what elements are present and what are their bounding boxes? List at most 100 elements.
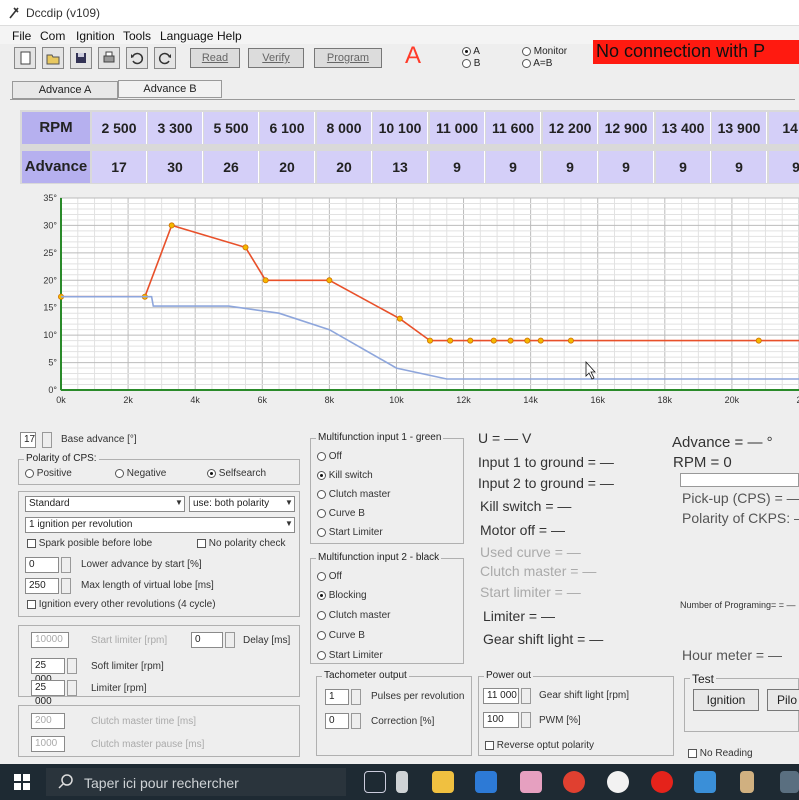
mf1-curve-b-radio[interactable]: Curve B (317, 508, 365, 519)
pilot-test-button[interactable]: Pilo (767, 689, 799, 711)
lower-advance-spinner[interactable] (61, 557, 71, 573)
pwm-input[interactable]: 100 (483, 712, 519, 728)
rpm-cell[interactable]: 3 300 (148, 112, 203, 144)
radio-monitor[interactable]: Monitor (522, 46, 567, 57)
advance-cell[interactable]: 9 (543, 151, 598, 183)
menu-file[interactable]: File (12, 29, 31, 43)
soft-limiter-input[interactable]: 25 000 (31, 658, 65, 685)
radio-negative[interactable]: Negative (115, 468, 166, 479)
rpm-cell[interactable]: 13 400 (656, 112, 711, 144)
advance-cell[interactable]: 9 (712, 151, 767, 183)
save-icon[interactable] (70, 47, 92, 69)
tool-icon[interactable] (740, 771, 754, 793)
taskbar-divider-icon[interactable] (396, 771, 408, 793)
pulses-spinner[interactable] (351, 689, 361, 705)
gear-shift-input[interactable]: 11 000 (483, 688, 519, 704)
advance-cell[interactable]: 9 (599, 151, 654, 183)
read-button[interactable]: Read (190, 48, 240, 68)
mf1-kill-switch-radio[interactable]: Kill switch (317, 470, 373, 481)
advance-cell[interactable]: 26 (204, 151, 259, 183)
radio-b[interactable]: B (462, 58, 480, 69)
rpm-cell[interactable]: 10 100 (373, 112, 428, 144)
rpm-cell[interactable]: 11 600 (486, 112, 541, 144)
radio-positive[interactable]: Positive (25, 468, 72, 479)
rpm-cell[interactable]: 8 000 (317, 112, 372, 144)
max-lobe-input[interactable]: 250 (25, 578, 59, 594)
advance-cell[interactable]: 13 (373, 151, 428, 183)
rpm-cell[interactable]: 2 500 (92, 112, 147, 144)
delay-spinner[interactable] (225, 632, 235, 648)
no-polarity-checkbox[interactable]: No polarity check (197, 538, 285, 549)
correction-input[interactable]: 0 (325, 713, 349, 729)
base-advance-spinner[interactable] (42, 432, 52, 448)
mf1-start-limiter-radio[interactable]: Start Limiter (317, 527, 383, 538)
rpm-cell[interactable]: 5 500 (204, 112, 259, 144)
advance-cell[interactable]: 17 (92, 151, 147, 183)
menu-tools[interactable]: Tools (123, 29, 151, 43)
mf2-start-limiter-radio[interactable]: Start Limiter (317, 650, 383, 661)
limiter-input[interactable]: 25 000 (31, 680, 65, 707)
mf2-clutch-radio[interactable]: Clutch master (317, 610, 390, 621)
delay-input[interactable]: 0 (191, 632, 223, 648)
rpm-cell[interactable]: 11 000 (430, 112, 485, 144)
rpm-cell[interactable]: 12 900 (599, 112, 654, 144)
photos-icon[interactable] (694, 771, 716, 793)
chrome-icon[interactable] (563, 771, 585, 793)
mode-select[interactable]: Standard (25, 496, 185, 512)
pwm-spinner[interactable] (521, 712, 531, 728)
use-chevron-down-icon[interactable]: ▼ (285, 498, 293, 507)
ignition-select[interactable]: 1 ignition per revolution (25, 517, 295, 533)
advance-cell[interactable]: 9 (430, 151, 485, 183)
windows-start-icon[interactable] (14, 774, 30, 793)
rpm-cell[interactable]: 13 900 (712, 112, 767, 144)
rpm-cell[interactable]: 12 200 (543, 112, 598, 144)
menu-help[interactable]: Help (217, 29, 242, 43)
lower-advance-input[interactable]: 0 (25, 557, 59, 573)
menu-language[interactable]: Language (160, 29, 213, 43)
max-lobe-spinner[interactable] (61, 578, 71, 594)
browser-icon[interactable] (607, 771, 629, 793)
limiter-spinner[interactable] (67, 680, 77, 696)
radio-selfsearch[interactable]: Selfsearch (207, 468, 266, 479)
mf1-clutch-radio[interactable]: Clutch master (317, 489, 390, 500)
advance-cell[interactable]: 9 (486, 151, 541, 183)
verify-button[interactable]: Verify (248, 48, 304, 68)
taskbar-search[interactable]: Taper ici pour rechercher (46, 768, 346, 796)
clutch-time-input[interactable]: 200 (31, 713, 65, 729)
clutch-pause-input[interactable]: 1000 (31, 736, 65, 752)
gear-shift-spinner[interactable] (521, 688, 531, 704)
advance-cell[interactable]: 30 (148, 151, 203, 183)
rpm-cell[interactable]: 6 100 (260, 112, 315, 144)
menu-ignition[interactable]: Ignition (76, 29, 115, 43)
advance-cell[interactable]: 20 (317, 151, 372, 183)
mode-chevron-down-icon[interactable]: ▼ (175, 498, 183, 507)
advance-cell[interactable]: 9 (769, 151, 799, 183)
advance-cell[interactable]: 9 (656, 151, 711, 183)
app-icon-extra[interactable] (780, 771, 799, 793)
ignition-test-button[interactable]: Ignition (693, 689, 759, 711)
opera-icon[interactable] (651, 771, 673, 793)
undo-icon[interactable] (126, 47, 148, 69)
tab-advance-a[interactable]: Advance A (12, 81, 118, 99)
no-reading-checkbox[interactable]: No Reading (688, 748, 753, 759)
mf2-off-radio[interactable]: Off (317, 571, 342, 582)
pulses-input[interactable]: 1 (325, 689, 349, 705)
open-folder-icon[interactable] (42, 47, 64, 69)
print-icon[interactable] (98, 47, 120, 69)
radio-a[interactable]: A (462, 46, 480, 57)
base-advance-input[interactable]: 17 (20, 432, 36, 448)
mf2-curve-b-radio[interactable]: Curve B (317, 630, 365, 641)
mf2-blocking-radio[interactable]: Blocking (317, 590, 367, 601)
tab-advance-b[interactable]: Advance B (118, 80, 222, 98)
soft-limiter-spinner[interactable] (67, 658, 77, 674)
ignition-chevron-down-icon[interactable]: ▼ (285, 519, 293, 528)
task-view-icon[interactable] (364, 771, 386, 793)
new-file-icon[interactable] (14, 47, 36, 69)
file-explorer-icon[interactable] (432, 771, 454, 793)
radio-a-eq-b[interactable]: A=B (522, 58, 552, 69)
rpm-cell[interactable]: 14 3 (769, 112, 799, 144)
program-button[interactable]: Program (314, 48, 382, 68)
correction-spinner[interactable] (351, 713, 361, 729)
redo-icon[interactable] (154, 47, 176, 69)
paint-icon[interactable] (520, 771, 542, 793)
